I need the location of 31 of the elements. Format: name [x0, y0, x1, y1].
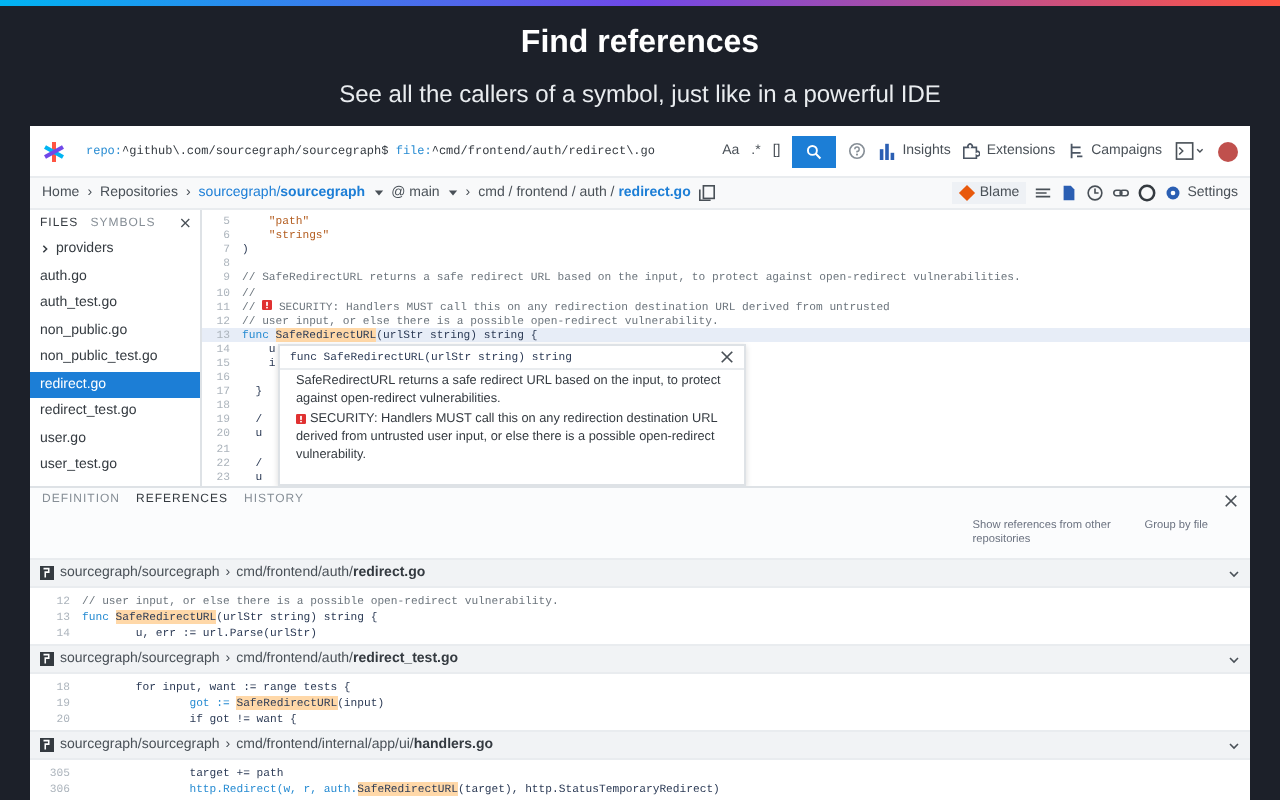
chevron-icon[interactable] [1228, 653, 1240, 665]
copy-icon[interactable] [698, 184, 717, 202]
chevron-icon [40, 244, 50, 255]
warning-icon [296, 413, 306, 424]
close-icon[interactable] [1224, 494, 1238, 508]
search-icon [806, 143, 823, 159]
search-button[interactable] [792, 135, 837, 167]
promo-subtitle: See all the callers of a symbol, just like in a powerful IDE [339, 80, 941, 108]
avatar[interactable] [1218, 141, 1238, 161]
file-icon[interactable] [1059, 184, 1078, 202]
branch-icon [1067, 142, 1086, 160]
repo-icon [40, 652, 54, 666]
link-icon[interactable] [1111, 184, 1130, 202]
lines-icon[interactable] [1033, 184, 1052, 202]
bar-chart-icon [878, 142, 897, 160]
warning-icon [262, 299, 273, 310]
diamond-icon [957, 184, 976, 202]
history-icon[interactable] [1085, 184, 1104, 202]
caret-icon[interactable] [373, 188, 384, 198]
chevron-icon[interactable] [1228, 567, 1240, 579]
close-icon[interactable] [720, 350, 734, 364]
caret-icon[interactable] [447, 188, 458, 198]
close-icon[interactable] [179, 216, 190, 230]
logo-icon[interactable] [42, 139, 66, 163]
puzzle-icon [962, 142, 981, 160]
repo-icon [40, 566, 54, 580]
repo-icon [40, 738, 54, 752]
terminal-icon[interactable] [1174, 142, 1206, 160]
chevron-icon[interactable] [1228, 739, 1240, 751]
promo-title: Find references [520, 26, 760, 62]
help-icon[interactable] [848, 142, 867, 160]
